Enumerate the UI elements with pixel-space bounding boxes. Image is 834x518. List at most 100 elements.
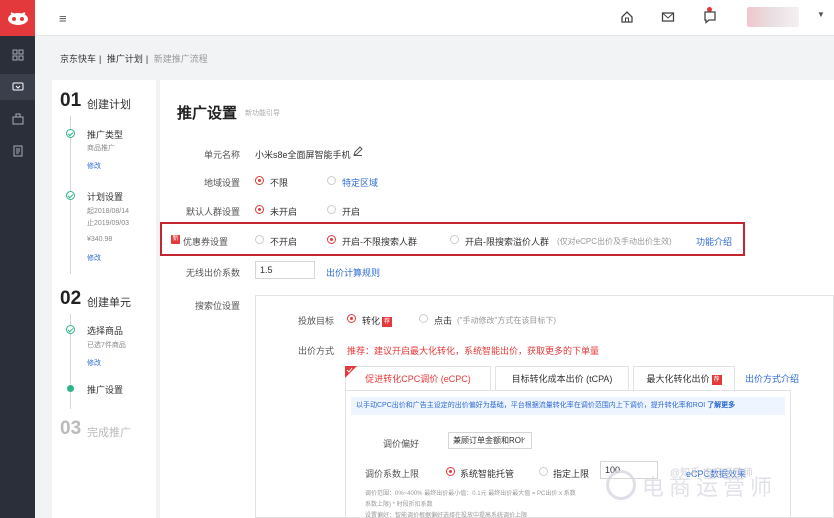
breadcrumb-item[interactable]: 京东快车: [60, 54, 96, 64]
coupon-off-radio[interactable]: [255, 235, 264, 244]
edit-link[interactable]: 修改: [87, 161, 101, 171]
upper-limit-label: 调价系数上限: [365, 469, 420, 479]
crowd-option[interactable]: 开启: [342, 205, 360, 218]
coupon-limited-radio[interactable]: [450, 235, 459, 244]
bid-method-label: 出价方式: [298, 346, 335, 356]
region-label: 地域设置: [203, 178, 240, 188]
unit-name-value: 小米s8e全面屏智能手机: [255, 150, 351, 160]
breadcrumb: 京东快车 | 推广计划 | 新建推广流程: [60, 54, 208, 64]
target-option[interactable]: 点击: [434, 314, 452, 327]
left-rail: [0, 0, 35, 518]
chevron-down-icon[interactable]: ▼: [817, 10, 825, 19]
search-position-label: 搜索位设置: [194, 301, 240, 311]
sub-step-detail: 商品推广: [87, 145, 115, 152]
steps-panel: 01 创建计划 推广类型 商品推广 修改 计划设置 起2018/08/14 止2…: [52, 80, 156, 518]
top-bar: ≡ ▼: [35, 0, 834, 36]
edit-icon[interactable]: [353, 146, 363, 156]
current-step-dot: [67, 385, 74, 392]
coupon-option[interactable]: 不开启: [270, 235, 297, 248]
corner-check-icon: [345, 366, 357, 378]
coupon-option[interactable]: 开启-限搜索溢价人群: [465, 235, 549, 248]
tab-tcpa[interactable]: 目标转化成本出价 (tCPA): [495, 366, 629, 390]
home-icon[interactable]: [620, 10, 634, 24]
sub-step-detail: 起2018/08/14: [87, 208, 130, 215]
upper-option[interactable]: 系统智能托管: [460, 467, 514, 480]
upper-custom-radio[interactable]: [539, 467, 548, 476]
main-panel: 推广设置 新功能引导 单元名称 小米s8e全面屏智能手机 地域设置 不限 特定区…: [160, 80, 834, 518]
crowd-on-radio[interactable]: [327, 205, 336, 214]
coupon-option[interactable]: 开启-不限搜索人群: [342, 235, 417, 248]
jd-logo-icon: [7, 12, 28, 25]
feature-guide-link[interactable]: 新功能引导: [245, 108, 280, 118]
report-icon[interactable]: [0, 138, 35, 164]
unit-name-label: 单元名称: [203, 150, 240, 160]
toolbox-icon[interactable]: [0, 106, 35, 132]
fine-print: 设置偏好：智能调价根据偏好选择在投放中提高系统调价上限: [365, 513, 528, 518]
menu-icon[interactable]: ≡: [59, 11, 67, 26]
fine-print: 系数上限) * 时段折扣系数: [365, 502, 433, 508]
target-conversion-radio[interactable]: [347, 314, 356, 323]
step-title: 创建单元: [87, 297, 131, 309]
recommend-tag: 荐: [711, 374, 722, 385]
tab-max-conversion[interactable]: 最大化转化出价荐: [633, 366, 735, 390]
target-click-radio[interactable]: [419, 314, 428, 323]
sub-step-label: 推广类型: [87, 130, 124, 140]
edit-link[interactable]: 修改: [87, 253, 101, 263]
bid-method-intro-link[interactable]: 出价方式介绍: [745, 372, 799, 385]
preference-select[interactable]: 兼顾订单金额和ROI: [448, 430, 532, 449]
new-badge: 新: [171, 235, 180, 244]
coef-input[interactable]: 1.5: [255, 261, 315, 279]
watermark-logo: [606, 470, 636, 500]
upper-auto-radio[interactable]: [446, 467, 455, 476]
coupon-label: 优惠券设置: [183, 237, 229, 247]
step-number: 03: [60, 418, 82, 439]
region-unlimited-radio[interactable]: [255, 176, 264, 185]
check-icon: [66, 191, 75, 200]
message-icon[interactable]: [703, 10, 717, 24]
coupon-intro-link[interactable]: 功能介绍: [696, 235, 732, 248]
ecpc-note: 以手动CPC出价和广告主设定的出价偏好为基础，平台根据流量转化率在调价范围内上下…: [351, 397, 785, 415]
region-option[interactable]: 特定区域: [342, 176, 378, 189]
page-title: 推广设置: [177, 105, 238, 122]
crowd-label: 默认人群设置: [185, 207, 240, 217]
upper-option[interactable]: 指定上限: [553, 467, 589, 480]
sub-step-label: 推广设置: [87, 385, 124, 395]
fine-print: 调价范围：0%~400% 最终出价最小值：0.1元 最终出价最大值 = PC出价…: [365, 491, 576, 497]
promotion-icon[interactable]: [0, 74, 35, 100]
sub-step-detail: ¥340.98: [87, 236, 113, 243]
sub-step-detail: 止2019/09/03: [87, 220, 130, 227]
bid-rule-link[interactable]: 出价计算规则: [326, 266, 380, 279]
region-option[interactable]: 不限: [270, 176, 288, 189]
coupon-unlimited-radio[interactable]: [327, 235, 336, 244]
preference-label: 调价偏好: [383, 439, 420, 449]
coupon-hint: (仅对eCPC出价及手动出价生效): [557, 237, 672, 246]
check-icon: [66, 129, 75, 138]
coef-label: 无线出价系数: [185, 268, 240, 278]
target-hint: ("手动修改"方式在该目标下): [457, 316, 557, 325]
tab-ecpc[interactable]: 促进转化CPC调价 (eCPC): [345, 366, 491, 390]
bid-recommend-text: 推荐：建议开启最大化转化，系统智能出价，获取更多的下单量: [347, 346, 600, 356]
user-avatar[interactable]: [747, 7, 799, 27]
sub-step-label: 计划设置: [87, 192, 124, 202]
target-option[interactable]: 转化荐: [362, 314, 393, 327]
recommend-tag: 荐: [382, 316, 393, 327]
crowd-off-radio[interactable]: [255, 205, 264, 214]
region-specific-radio[interactable]: [327, 176, 336, 185]
jd-logo[interactable]: [0, 0, 35, 36]
dashboard-icon[interactable]: [0, 42, 35, 68]
sub-step-detail: 已选7件商品: [87, 342, 126, 349]
step-number: 01: [60, 90, 82, 111]
breadcrumb-item[interactable]: 推广计划: [107, 54, 143, 64]
edit-link[interactable]: 修改: [87, 358, 101, 368]
step-title: 创建计划: [87, 99, 131, 111]
learn-more-link[interactable]: 了解更多: [707, 402, 735, 409]
breadcrumb-current: 新建推广流程: [153, 54, 208, 64]
check-icon: [66, 325, 75, 334]
crowd-option[interactable]: 未开启: [270, 205, 297, 218]
sub-step-label: 选择商品: [87, 326, 124, 336]
watermark: 电商运营师: [642, 476, 778, 501]
step-number: 02: [60, 288, 82, 309]
target-label: 投放目标: [298, 316, 335, 326]
step-title: 完成推广: [87, 427, 131, 439]
mail-icon[interactable]: [661, 10, 675, 24]
